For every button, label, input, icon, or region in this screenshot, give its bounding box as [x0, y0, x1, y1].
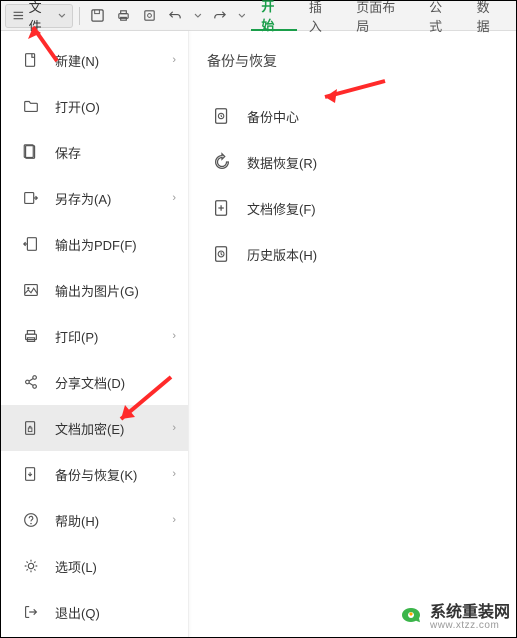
- watermark-url: www.xtzz.com: [430, 620, 510, 631]
- menu-label: 文档加密(E): [55, 419, 172, 438]
- menu-label: 保存: [55, 143, 176, 162]
- encrypt-icon: [21, 418, 41, 438]
- watermark: 系统重装网 www.xtzz.com: [398, 598, 510, 631]
- new-icon: [21, 50, 41, 70]
- panel-history[interactable]: 历史版本(H): [207, 231, 516, 277]
- save-button[interactable]: [86, 4, 110, 28]
- menu-label: 新建(N): [55, 51, 172, 70]
- panel-data-recovery[interactable]: 数据恢复(R): [207, 139, 516, 185]
- separator: [79, 7, 80, 25]
- panel-label: 历史版本(H): [247, 245, 317, 264]
- menu-label: 备份与恢复(K): [55, 465, 172, 484]
- tab-layout[interactable]: 页面布局: [346, 1, 417, 31]
- redo-button[interactable]: [208, 4, 232, 28]
- repair-icon: [211, 197, 233, 219]
- tab-data[interactable]: 数据: [467, 1, 512, 31]
- menu-export-image[interactable]: 输出为图片(G): [1, 267, 188, 313]
- image-icon: [21, 280, 41, 300]
- help-icon: [21, 510, 41, 530]
- menu-new[interactable]: 新建(N) ›: [1, 37, 188, 83]
- menu-exit[interactable]: 退出(Q): [1, 589, 188, 635]
- chevron-right-icon: ›: [172, 422, 176, 434]
- chevron-right-icon: ›: [172, 192, 176, 204]
- menu-label: 选项(L): [55, 557, 176, 576]
- menu-print[interactable]: 打印(P) ›: [1, 313, 188, 359]
- chevron-down-icon: [238, 12, 246, 20]
- panel-label: 数据恢复(R): [247, 153, 317, 172]
- chevron-right-icon: ›: [172, 514, 176, 526]
- backup-center-icon: [211, 105, 233, 127]
- backup-panel: 备份与恢复 备份中心 数据恢复(R) 文档修复(F) 历史版本(H): [189, 31, 516, 637]
- open-icon: [21, 96, 41, 116]
- menu-backup[interactable]: 备份与恢复(K) ›: [1, 451, 188, 497]
- save-icon: [21, 142, 41, 162]
- menu-open[interactable]: 打开(O): [1, 83, 188, 129]
- menu-save-as[interactable]: 另存为(A) ›: [1, 175, 188, 221]
- save-as-icon: [21, 188, 41, 208]
- undo-dropdown[interactable]: [190, 4, 206, 28]
- redo-icon: [212, 8, 227, 23]
- menu-export-pdf[interactable]: 输出为PDF(F): [1, 221, 188, 267]
- menu-label: 输出为图片(G): [55, 281, 176, 300]
- menu-options[interactable]: 选项(L): [1, 543, 188, 589]
- redo-dropdown[interactable]: [234, 4, 250, 28]
- share-icon: [21, 372, 41, 392]
- menu-label: 打印(P): [55, 327, 172, 346]
- preview-icon: [142, 8, 157, 23]
- menu-help[interactable]: 帮助(H) ›: [1, 497, 188, 543]
- menu-label: 帮助(H): [55, 511, 172, 530]
- watermark-icon: [398, 602, 424, 628]
- pdf-icon: [21, 234, 41, 254]
- chevron-down-icon: [58, 12, 66, 20]
- file-sidebar: 新建(N) › 打开(O) 保存 另存为(A) › 输出: [1, 31, 189, 637]
- chevron-right-icon: ›: [172, 54, 176, 66]
- backup-icon: [21, 464, 41, 484]
- menu-label: 打开(O): [55, 97, 176, 116]
- hamburger-icon: [12, 9, 25, 22]
- watermark-title: 系统重装网: [430, 598, 510, 622]
- history-icon: [211, 243, 233, 265]
- menu-save[interactable]: 保存: [1, 129, 188, 175]
- print-icon: [21, 326, 41, 346]
- chevron-down-icon: [194, 12, 202, 20]
- panel-label: 文档修复(F): [247, 199, 316, 218]
- menu-label: 分享文档(D): [55, 373, 176, 392]
- menu-label: 退出(Q): [55, 603, 176, 622]
- save-icon: [90, 8, 105, 23]
- menu-label: 输出为PDF(F): [55, 235, 176, 254]
- file-label: 文件: [29, 0, 54, 35]
- tab-formula[interactable]: 公式: [419, 1, 464, 31]
- toolbar: 文件 开始 插入 页面布局 公式 数据: [1, 1, 516, 31]
- print-preview-button[interactable]: [138, 4, 162, 28]
- panel-title: 备份与恢复: [207, 51, 516, 71]
- panel-label: 备份中心: [247, 107, 299, 126]
- file-menu-button[interactable]: 文件: [5, 4, 73, 28]
- menu-encrypt[interactable]: 文档加密(E) ›: [1, 405, 188, 451]
- menu-label: 另存为(A): [55, 189, 172, 208]
- panel-backup-center[interactable]: 备份中心: [207, 93, 516, 139]
- recovery-icon: [211, 151, 233, 173]
- tab-insert[interactable]: 插入: [299, 1, 344, 31]
- tab-start[interactable]: 开始: [251, 1, 296, 31]
- panel-doc-repair[interactable]: 文档修复(F): [207, 185, 516, 231]
- undo-button[interactable]: [164, 4, 188, 28]
- undo-icon: [168, 8, 183, 23]
- gear-icon: [21, 556, 41, 576]
- print-icon: [116, 8, 131, 23]
- print-button[interactable]: [112, 4, 136, 28]
- chevron-right-icon: ›: [172, 468, 176, 480]
- menu-share[interactable]: 分享文档(D): [1, 359, 188, 405]
- main-area: 新建(N) › 打开(O) 保存 另存为(A) › 输出: [1, 31, 516, 637]
- exit-icon: [21, 602, 41, 622]
- chevron-right-icon: ›: [172, 330, 176, 342]
